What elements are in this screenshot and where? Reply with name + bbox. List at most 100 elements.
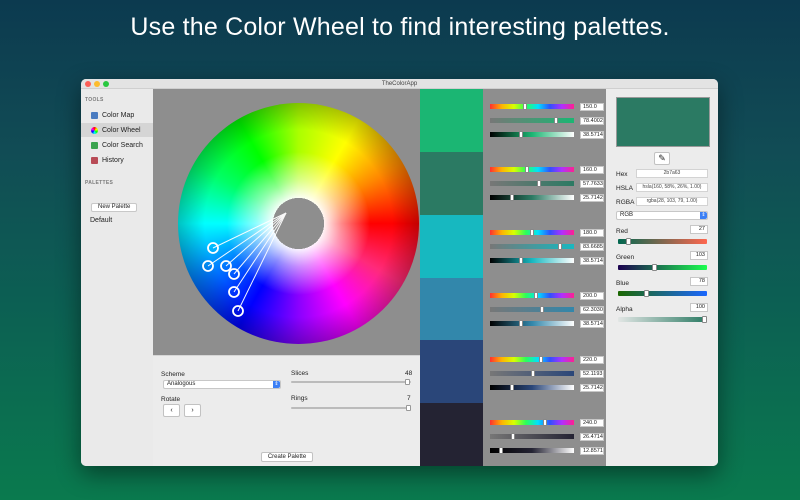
hue-slider-thumb[interactable] [534,292,538,299]
lightness-slider[interactable] [490,132,574,137]
hue-value[interactable]: 220.0 [580,356,604,364]
lightness-slider[interactable] [490,321,574,326]
scheme-overlay [202,212,287,317]
tools-header: TOOLS [85,97,104,103]
hex-field[interactable]: 2b7a63 [636,169,708,178]
green-value[interactable]: 103 [690,251,708,260]
green-slider-thumb[interactable] [652,264,657,271]
saturation-slider-thumb[interactable] [537,180,541,187]
new-palette-button[interactable]: New Palette [91,203,138,212]
saturation-slider-thumb[interactable] [511,433,515,440]
saturation-value[interactable]: 83.6685 [580,243,604,251]
palette-swatch[interactable] [420,278,483,340]
red-value[interactable]: 27 [690,225,708,234]
slices-slider-thumb[interactable] [405,379,410,385]
saturation-slider[interactable] [490,118,574,123]
saturation-value[interactable]: 52.1193 [580,370,604,378]
hue-slider-thumb[interactable] [525,166,529,173]
rotate-left-button[interactable]: ‹ [163,404,180,417]
lightness-value[interactable]: 12.8571 [580,447,604,455]
lightness-value[interactable]: 25.7142 [580,194,604,202]
palette-item-default[interactable]: Default [90,217,112,224]
lightness-slider-thumb[interactable] [510,384,514,391]
lightness-slider-thumb[interactable] [519,320,523,327]
lightness-value[interactable]: 25.7142 [580,384,604,392]
sidebar: TOOLS Color Map Color Wheel Color Search… [81,89,153,466]
hue-slider-thumb[interactable] [530,229,534,236]
lightness-slider[interactable] [490,385,574,390]
lightness-slider[interactable] [490,258,574,263]
saturation-slider[interactable] [490,181,574,186]
saturation-slider-thumb[interactable] [554,117,558,124]
rgba-field[interactable]: rgba(28, 103, 79, 1.00) [636,197,708,206]
lightness-value[interactable]: 38.5714 [580,320,604,328]
lightness-value[interactable]: 38.5714 [580,131,604,139]
saturation-value[interactable]: 62.3030 [580,306,604,314]
sidebar-item-color-wheel[interactable]: Color Wheel [81,123,153,137]
saturation-value[interactable]: 78.4002 [580,117,604,125]
eyedropper-button[interactable]: ✎ [654,152,670,165]
blue-value[interactable]: 78 [690,277,708,286]
lightness-slider-thumb[interactable] [519,257,523,264]
hue-slider-thumb[interactable] [543,419,547,426]
chevron-updown-icon: ⇕ [273,381,280,388]
hue-value[interactable]: 160.0 [580,166,604,174]
palette-swatch[interactable] [420,89,483,152]
alpha-value[interactable]: 100 [690,303,708,312]
hue-slider[interactable] [490,104,574,109]
lightness-value[interactable]: 38.5714 [580,257,604,265]
hue-value[interactable]: 240.0 [580,419,604,427]
hue-value[interactable]: 180.0 [580,229,604,237]
palette-swatch[interactable] [420,403,483,466]
rotate-label: Rotate [161,396,181,403]
sidebar-item-color-search[interactable]: Color Search [81,138,153,152]
saturation-slider[interactable] [490,434,574,439]
minimize-window-button[interactable] [94,81,100,87]
alpha-slider[interactable] [618,317,707,322]
saturation-value[interactable]: 57.7633 [580,180,604,188]
saturation-slider-thumb[interactable] [531,370,535,377]
lightness-slider-thumb[interactable] [510,194,514,201]
sidebar-item-history[interactable]: History [81,153,153,167]
saturation-value[interactable]: 26.4714 [580,433,604,441]
rings-value: 7 [407,395,411,402]
lightness-slider[interactable] [490,195,574,200]
scheme-label: Scheme [161,371,185,378]
scheme-select[interactable]: Analogous ⇕ [163,380,281,389]
create-palette-button[interactable]: Create Palette [261,452,313,462]
hue-slider[interactable] [490,420,574,425]
hue-slider[interactable] [490,167,574,172]
green-slider[interactable] [618,265,707,270]
slices-slider[interactable] [291,381,411,383]
alpha-slider-thumb[interactable] [702,316,707,323]
red-slider[interactable] [618,239,707,244]
hue-slider-thumb[interactable] [523,103,527,110]
hue-slider-thumb[interactable] [539,356,543,363]
blue-slider-thumb[interactable] [644,290,649,297]
hue-value[interactable]: 200.0 [580,292,604,300]
palette-swatch[interactable] [420,152,483,215]
rings-slider[interactable] [291,407,411,409]
hue-slider[interactable] [490,293,574,298]
rings-slider-thumb[interactable] [406,405,411,411]
hsla-field[interactable]: hsla(160, 58%, 26%, 1.00) [636,183,708,192]
hue-slider[interactable] [490,357,574,362]
lightness-slider-thumb[interactable] [499,447,503,454]
palette-swatch[interactable] [420,340,483,403]
color-mode-select[interactable]: RGB ⇕ [616,211,708,220]
close-window-button[interactable] [85,81,91,87]
red-slider-thumb[interactable] [626,238,631,245]
saturation-slider-thumb[interactable] [540,306,544,313]
blue-label: Blue [616,280,630,287]
eyedropper-icon: ✎ [658,153,666,163]
rotate-right-button[interactable]: › [184,404,201,417]
saturation-slider-thumb[interactable] [558,243,562,250]
sidebar-item-color-map[interactable]: Color Map [81,108,153,122]
hue-value[interactable]: 150.0 [580,103,604,111]
blue-slider[interactable] [618,291,707,296]
saturation-slider[interactable] [490,307,574,312]
zoom-window-button[interactable] [103,81,109,87]
palette-swatch[interactable] [420,215,483,278]
red-label: Red [616,228,628,235]
lightness-slider-thumb[interactable] [519,131,523,138]
